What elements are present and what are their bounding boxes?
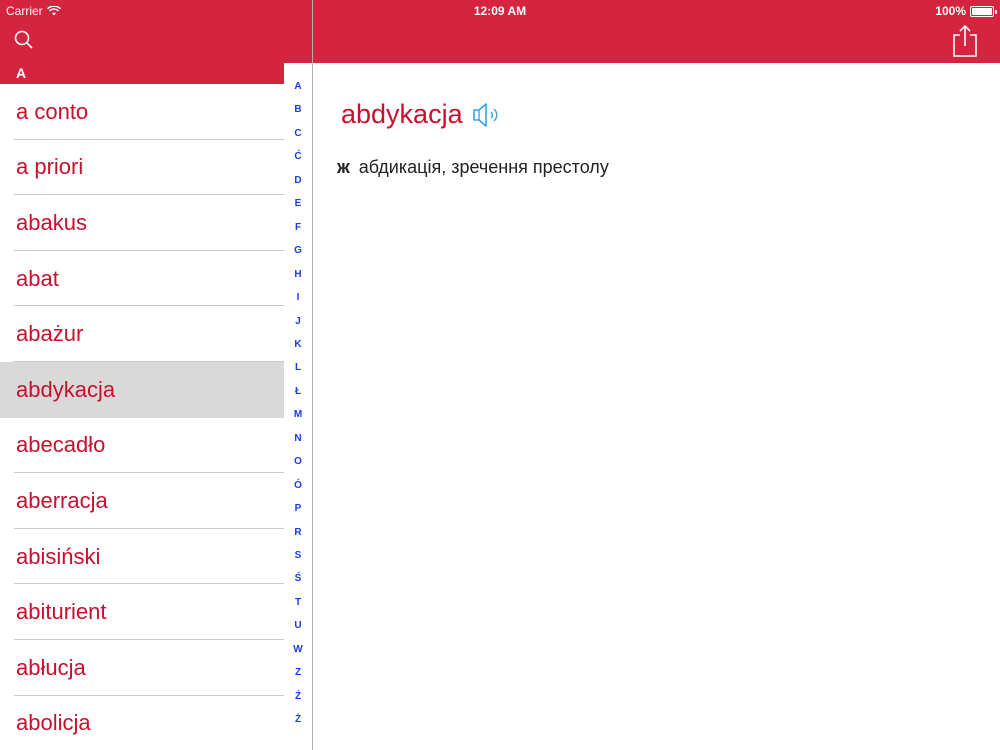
list-item[interactable]: aberracja xyxy=(0,473,284,529)
index-letter[interactable]: N xyxy=(284,433,312,445)
index-letter[interactable]: E xyxy=(284,198,312,210)
status-time: 12:09 AM xyxy=(473,4,527,18)
list-item-label: aberracja xyxy=(16,487,108,513)
list-item-label: abat xyxy=(16,265,59,291)
list-item[interactable]: abakus xyxy=(0,195,284,251)
index-letter[interactable]: L xyxy=(284,362,312,374)
search-icon[interactable] xyxy=(12,29,36,51)
word-list-pane: Carrier A a conto a priori abakus abat abażu… xyxy=(0,0,313,750)
list-item[interactable]: abażur xyxy=(0,306,284,362)
entry-pane: 12:09 AM 100% abdykacja ж абдикація, зре… xyxy=(313,0,1000,750)
list-item[interactable]: a conto xyxy=(0,84,284,140)
list-item-label: abłucja xyxy=(16,654,86,680)
headword-text: abdykacja xyxy=(341,99,463,129)
index-letter[interactable]: Ś xyxy=(284,573,312,585)
list-item[interactable]: abiturient xyxy=(0,584,284,640)
list-item-label: abecadło xyxy=(16,432,106,458)
battery-label: 100% xyxy=(935,4,966,18)
list-item[interactable]: abecadło xyxy=(0,418,284,474)
list-item[interactable]: a priori xyxy=(0,140,284,196)
definition-text: абдикація, зречення престолу xyxy=(358,157,609,177)
index-letter[interactable]: T xyxy=(284,597,312,609)
status-battery: 100% xyxy=(935,4,997,18)
right-navbar: 12:09 AM 100% xyxy=(313,0,1000,63)
battery-icon xyxy=(970,5,997,17)
list-item-label: abażur xyxy=(16,321,84,347)
index-letter[interactable]: I xyxy=(284,292,312,304)
index-letter[interactable]: B xyxy=(284,104,312,116)
index-letter[interactable]: F xyxy=(284,222,312,234)
index-letter[interactable]: J xyxy=(284,316,312,328)
list-item[interactable]: abdykacja xyxy=(0,361,284,418)
index-letter[interactable]: D xyxy=(284,175,312,187)
speaker-icon[interactable] xyxy=(471,102,505,128)
share-icon[interactable] xyxy=(952,24,978,58)
entry-headword: abdykacja xyxy=(341,99,505,130)
list-item-label: abakus xyxy=(16,209,87,235)
list-item-label: a priori xyxy=(16,154,84,180)
index-letter[interactable]: Ź xyxy=(284,691,312,703)
gender-marker: ж xyxy=(337,157,350,177)
index-letter[interactable]: Ż xyxy=(284,714,312,726)
index-letter[interactable]: C xyxy=(284,128,312,140)
list-item[interactable]: abisiński xyxy=(0,529,284,585)
index-letter[interactable]: Ć xyxy=(284,151,312,163)
alphabet-index[interactable]: ABCĆDEFGHIJKLŁMNOÓPRSŚTUWZŹŻ xyxy=(284,63,312,750)
list-item[interactable]: abat xyxy=(0,251,284,307)
list-item[interactable]: abłucja xyxy=(0,640,284,696)
index-letter[interactable]: R xyxy=(284,527,312,539)
list-item-label: abolicja xyxy=(16,710,91,736)
index-letter[interactable]: H xyxy=(284,269,312,281)
index-letter[interactable]: S xyxy=(284,550,312,562)
index-letter[interactable]: Ó xyxy=(284,480,312,492)
index-letter[interactable]: P xyxy=(284,503,312,515)
index-letter[interactable]: U xyxy=(284,620,312,632)
list-item-label: abiturient xyxy=(16,599,107,625)
list-item-label: a conto xyxy=(16,98,89,124)
list-item-label: abisiński xyxy=(16,543,101,569)
index-letter[interactable]: A xyxy=(284,81,312,93)
entry-definition: ж абдикація, зречення престолу xyxy=(337,157,609,178)
index-letter[interactable]: K xyxy=(284,339,312,351)
list-item-label: abdykacja xyxy=(16,376,116,402)
index-letter[interactable]: M xyxy=(284,409,312,421)
index-letter[interactable]: G xyxy=(284,245,312,257)
index-letter[interactable]: Z xyxy=(284,667,312,679)
index-letter[interactable]: W xyxy=(284,644,312,656)
index-letter[interactable]: O xyxy=(284,456,312,468)
section-header: A xyxy=(0,63,284,84)
index-letter[interactable]: Ł xyxy=(284,386,312,398)
list-item[interactable]: abolicja xyxy=(0,696,284,750)
word-list: a conto a priori abakus abat abażur abdykacja… xyxy=(0,84,284,750)
